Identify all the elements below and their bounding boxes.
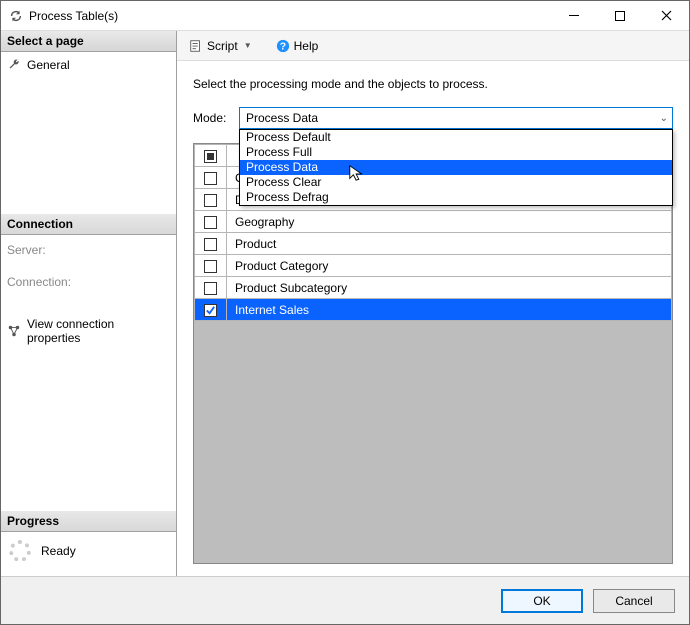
instruction-text: Select the processing mode and the objec… [193, 77, 673, 91]
row-name: Product Subcategory [227, 277, 672, 299]
view-connection-properties[interactable]: View connection properties [7, 315, 170, 347]
mode-selected-value: Process Data [246, 111, 318, 125]
maximize-button[interactable] [597, 1, 643, 31]
view-connection-link[interactable]: View connection properties [27, 317, 170, 345]
script-button[interactable]: Script ▼ [185, 37, 256, 55]
toolbar: Script ▼ ? Help [177, 31, 689, 61]
close-button[interactable] [643, 1, 689, 31]
table-row[interactable]: Product [195, 233, 672, 255]
chevron-down-icon: ▼ [244, 41, 252, 50]
row-name: Internet Sales [227, 299, 672, 321]
script-label: Script [207, 39, 238, 53]
server-label: Server: [7, 241, 170, 259]
titlebar: Process Table(s) [1, 1, 689, 31]
cancel-label: Cancel [615, 594, 652, 608]
sidebar-page-label: General [27, 58, 70, 72]
row-checkbox[interactable] [204, 172, 217, 185]
connection-label: Connection: [7, 273, 170, 291]
mode-option[interactable]: Process Clear [240, 175, 672, 190]
row-name: Product [227, 233, 672, 255]
ok-button[interactable]: OK [501, 589, 583, 613]
main-panel: Script ▼ ? Help Select the processing mo… [177, 31, 689, 576]
help-button[interactable]: ? Help [272, 37, 323, 55]
mode-label: Mode: [193, 111, 231, 125]
row-name: Geography [227, 211, 672, 233]
select-page-header: Select a page [1, 31, 176, 52]
svg-text:?: ? [279, 40, 285, 52]
table-row[interactable]: Product Category [195, 255, 672, 277]
sidebar: Select a page General Connection Server:… [1, 31, 177, 576]
help-icon: ? [276, 39, 290, 53]
mode-option[interactable]: Process Full [240, 145, 672, 160]
mode-combobox[interactable]: Process Data ⌄ [239, 107, 673, 129]
mode-dropdown: Process Default Process Full Process Dat… [239, 129, 673, 206]
wrench-icon [7, 58, 21, 72]
row-name: Product Category [227, 255, 672, 277]
progress-spinner-icon [9, 540, 31, 562]
table-row[interactable]: Product Subcategory [195, 277, 672, 299]
table-row[interactable]: Geography [195, 211, 672, 233]
script-icon [189, 39, 203, 53]
table-row[interactable]: Internet Sales [195, 299, 672, 321]
cancel-button[interactable]: Cancel [593, 589, 675, 613]
connection-header: Connection [1, 213, 176, 235]
row-checkbox[interactable] [204, 238, 217, 251]
connection-icon [7, 324, 21, 338]
row-checkbox[interactable] [204, 304, 217, 317]
row-checkbox[interactable] [204, 282, 217, 295]
help-label: Help [294, 39, 319, 53]
mode-option[interactable]: Process Default [240, 130, 672, 145]
mode-option[interactable]: Process Defrag [240, 190, 672, 205]
minimize-button[interactable] [551, 1, 597, 31]
footer: OK Cancel [1, 576, 689, 624]
sidebar-page-general[interactable]: General [7, 56, 170, 74]
row-checkbox[interactable] [204, 216, 217, 229]
dialog-window: Process Table(s) Select a page Gener [0, 0, 690, 625]
chevron-down-icon: ⌄ [660, 113, 668, 124]
row-checkbox[interactable] [204, 194, 217, 207]
progress-status: Ready [41, 544, 76, 558]
row-checkbox[interactable] [204, 260, 217, 273]
refresh-icon [9, 9, 23, 23]
mode-option[interactable]: Process Data [240, 160, 672, 175]
progress-header: Progress [1, 510, 176, 532]
select-all-checkbox[interactable] [204, 150, 217, 163]
window-title: Process Table(s) [29, 9, 118, 23]
ok-label: OK [533, 594, 550, 608]
tables-grid: CustomerDateGeographyProductProduct Cate… [193, 143, 673, 564]
